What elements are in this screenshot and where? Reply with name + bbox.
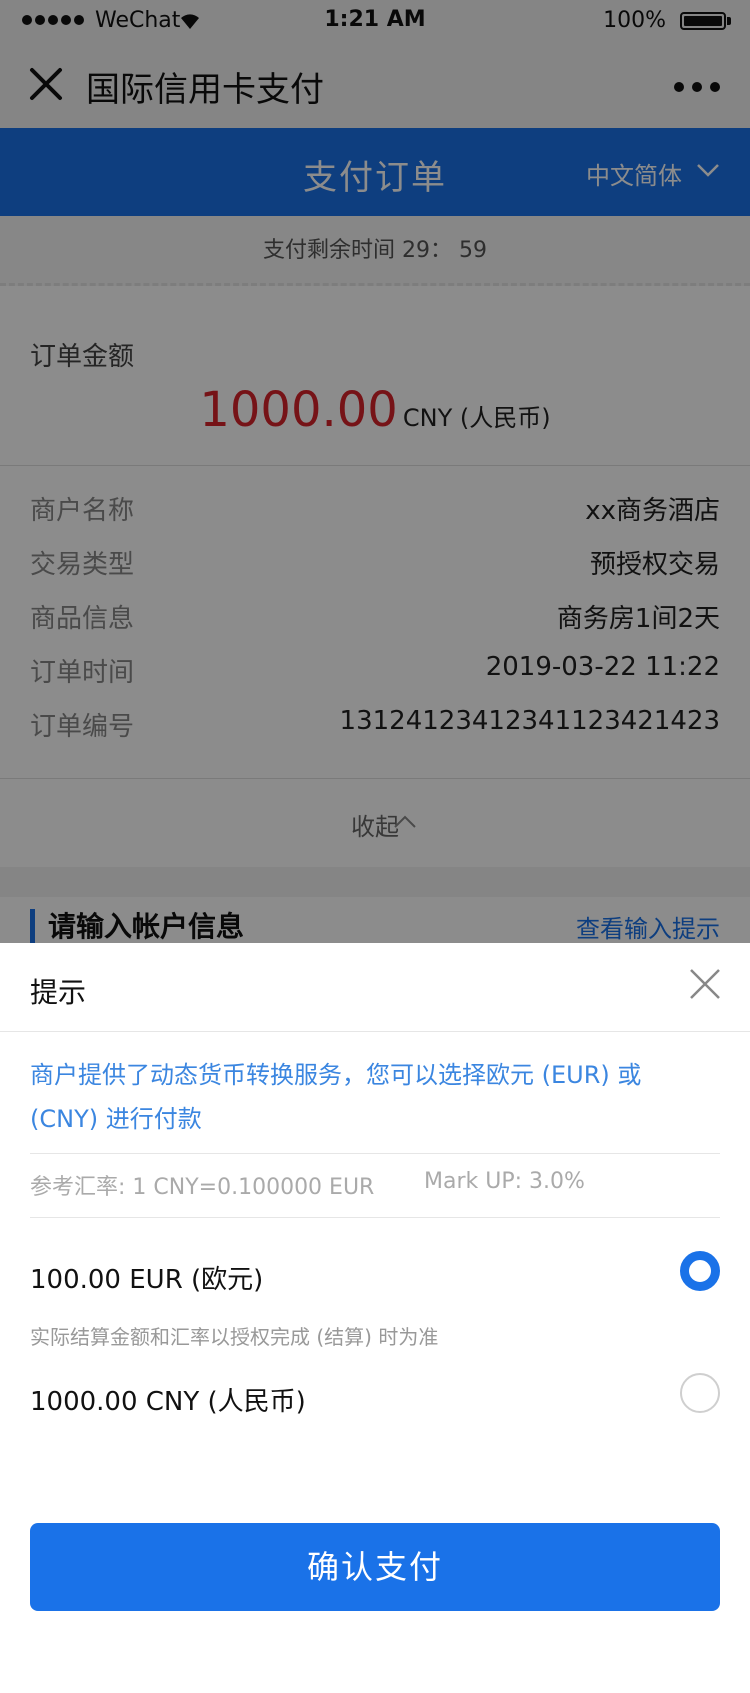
modal-overlay[interactable] [0,0,750,943]
dcc-bottom-sheet: 提示 商户提供了动态货币转换服务，您可以选择欧元 (EUR) 或 (CNY) 进… [0,943,750,1693]
close-icon[interactable] [688,967,722,1001]
sheet-title: 提示 [30,976,87,1009]
dcc-notice: 商户提供了动态货币转换服务，您可以选择欧元 (EUR) 或 (CNY) 进行付款 [30,1061,642,1133]
exchange-rate: 参考汇率: 1 CNY=0.100000 EUR [30,1175,375,1200]
divider [30,1153,720,1154]
option-label: 1000.00 CNY (人民币) [30,1387,306,1417]
option-note: 实际结算金额和汇率以授权完成 (结算) 时为准 [30,1325,439,1349]
radio-unselected[interactable] [680,1373,720,1413]
divider [0,1031,750,1032]
currency-option-cny[interactable]: 1000.00 CNY (人民币) [30,1373,720,1433]
divider [30,1217,720,1218]
confirm-payment-button[interactable]: 确认支付 [30,1523,720,1611]
radio-selected[interactable] [680,1251,720,1291]
option-label: 100.00 EUR (欧元) [30,1265,264,1295]
currency-option-eur[interactable]: 100.00 EUR (欧元) [30,1251,720,1311]
markup-rate: Mark UP: 3.0% [424,1169,585,1194]
